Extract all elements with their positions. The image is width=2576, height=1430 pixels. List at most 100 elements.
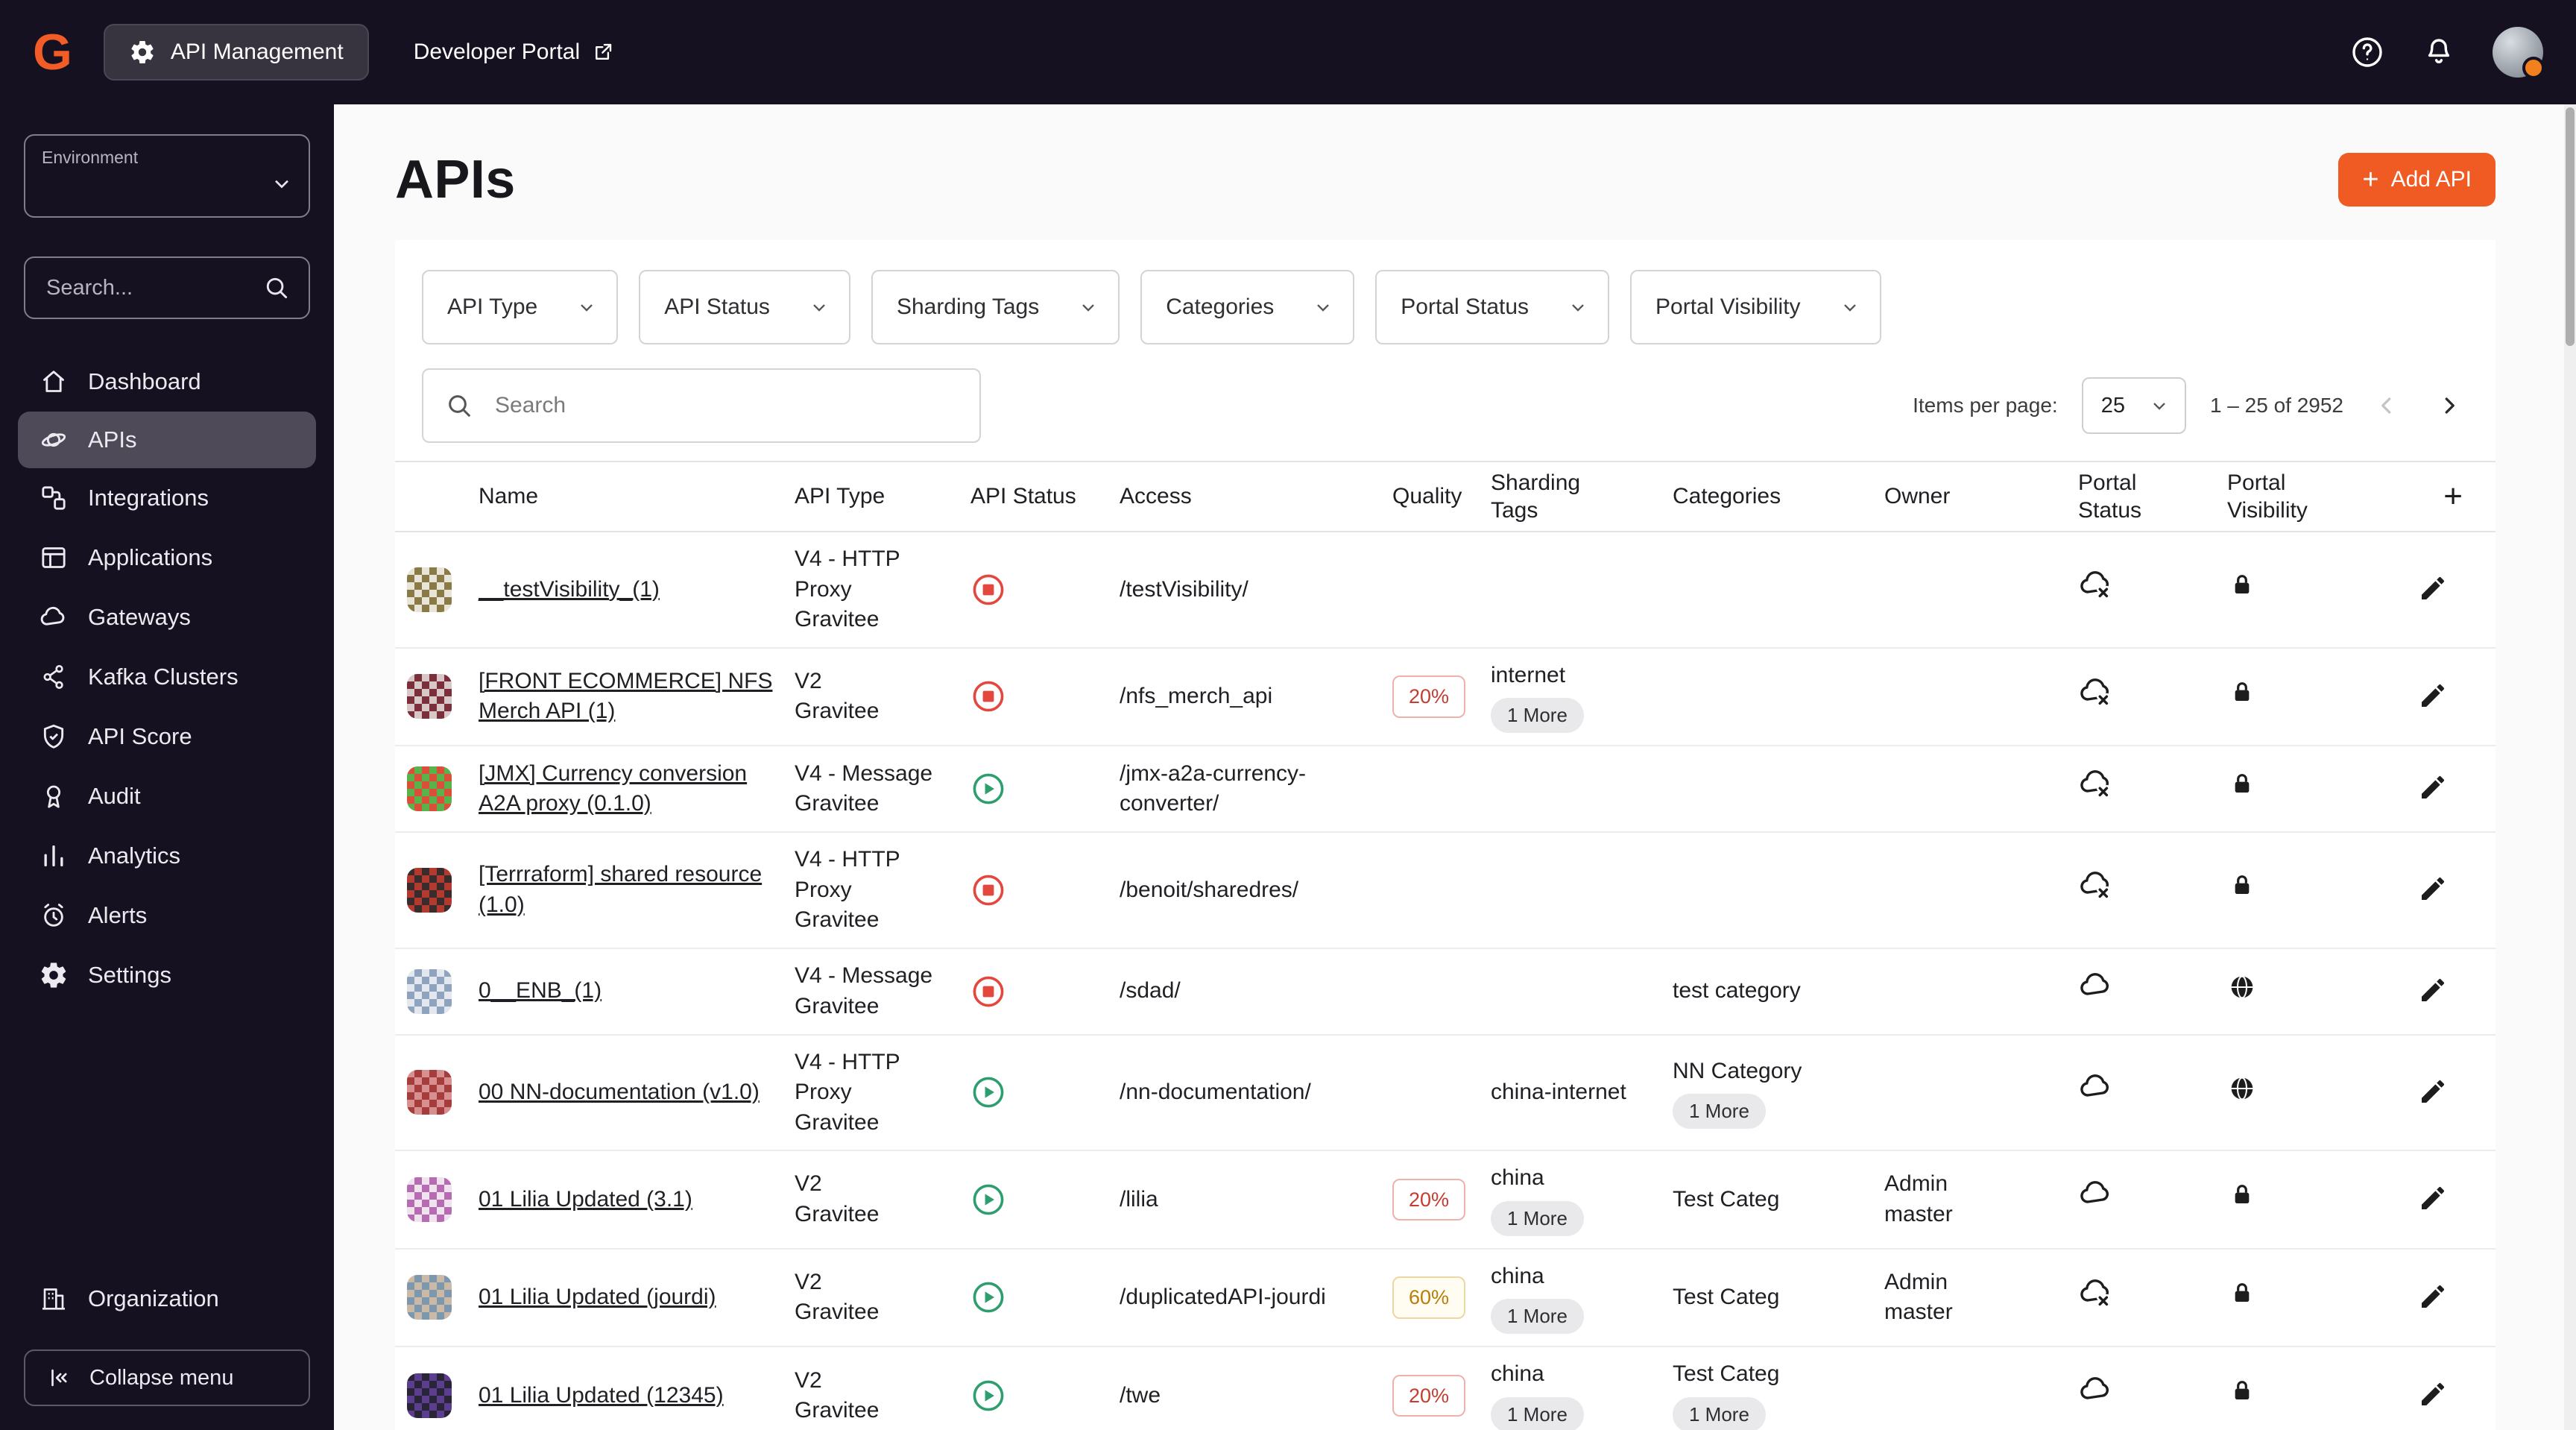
quality-chip: 60% (1392, 1276, 1466, 1319)
api-type-definition: V4 - Message (795, 760, 933, 786)
product-switcher-button[interactable]: API Management (103, 24, 369, 81)
items-per-page-select[interactable]: 25 (2081, 377, 2186, 434)
cloud-published-icon (2078, 1071, 2114, 1106)
cell-actions (2412, 1071, 2469, 1115)
sidebar-bottom: Organization Collapse menu (0, 1269, 334, 1430)
cell-portal-status (2078, 675, 2227, 719)
cell-sharding-tags: china 1 More (1491, 1359, 1673, 1430)
cell-name: [Terrraform] shared resource (1.0) (479, 860, 795, 920)
filter-api-status[interactable]: API Status (639, 270, 850, 344)
access-path: /duplicatedAPI-jourdi (1120, 1285, 1326, 1310)
api-name-link[interactable]: 01 Lilia Updated (jourdi) (479, 1285, 716, 1309)
shield-icon (39, 722, 69, 752)
table-search-input[interactable] (492, 391, 959, 420)
sidebar-item-label: Kafka Clusters (88, 664, 239, 690)
edit-api-button[interactable] (2412, 1071, 2454, 1112)
sidebar-item-applications[interactable]: Applications (0, 528, 334, 588)
scrollbar-thumb[interactable] (2566, 107, 2575, 346)
cell-api-type: V4 - HTTP Proxy Gravitee (795, 1048, 970, 1138)
page-title: APIs (395, 150, 516, 210)
edit-api-button[interactable] (2412, 969, 2454, 1011)
cell-categories: test category (1673, 976, 1884, 1007)
planet-icon (39, 425, 69, 455)
sidebar-item-apis[interactable]: APIs (18, 412, 316, 468)
api-name-link[interactable]: 00 NN-documentation (v1.0) (479, 1080, 760, 1104)
cell-quality: 20% (1392, 1374, 1491, 1417)
collapse-menu-button[interactable]: Collapse menu (24, 1349, 310, 1406)
sidebar-item-alerts[interactable]: Alerts (0, 886, 334, 945)
edit-api-button[interactable] (2412, 766, 2454, 808)
filter-portal-status[interactable]: Portal Status (1375, 270, 1610, 344)
cloud-unpublished-icon (2078, 868, 2114, 904)
chevron-down-icon (809, 297, 830, 318)
access-path: /jmx-a2a-currency-converter/ (1120, 760, 1307, 816)
sidebar-item-integrations[interactable]: Integrations (0, 468, 334, 528)
api-avatar (407, 567, 452, 612)
api-name-link[interactable]: 0__ENB_(1) (479, 978, 602, 1003)
next-page-button[interactable] (2430, 386, 2469, 425)
edit-api-button[interactable] (2412, 868, 2454, 910)
medal-icon (39, 781, 69, 811)
owner-name: Admin master (1884, 1171, 1953, 1226)
filter-portal-visibility[interactable]: Portal Visibility (1630, 270, 1881, 344)
edit-api-button[interactable] (2412, 1276, 2454, 1317)
cell-portal-status (2078, 868, 2227, 913)
api-type-definition: V2 (795, 1171, 822, 1197)
sidebar-item-audit[interactable]: Audit (0, 766, 334, 826)
cell-access: /testVisibility/ (1120, 575, 1392, 605)
api-name-link[interactable]: __testVisibility_(1) (479, 577, 660, 602)
sidebar-item-organization[interactable]: Organization (0, 1269, 334, 1329)
cloud-unpublished-icon (2078, 567, 2114, 603)
environment-selector[interactable]: Environment (24, 134, 310, 218)
filter-label: Portal Visibility (1655, 294, 1801, 319)
integrations-icon (39, 483, 69, 513)
add-column-button[interactable]: + (2437, 480, 2469, 513)
sidebar-item-kafka-clusters[interactable]: Kafka Clusters (0, 647, 334, 707)
notifications-bell-button[interactable] (2421, 34, 2457, 70)
apis-table: Name API Type API Status Access Quality … (395, 461, 2496, 1430)
api-name-link[interactable]: [Terrraform] shared resource (1.0) (479, 862, 762, 917)
help-button[interactable] (2349, 34, 2385, 70)
api-avatar (407, 1373, 452, 1419)
gravitee-logo[interactable]: G (33, 27, 72, 78)
api-name-link[interactable]: [JMX] Currency conversion A2A proxy (0.1… (479, 761, 747, 816)
sidebar-item-api-score[interactable]: API Score (0, 707, 334, 766)
sidebar-item-analytics[interactable]: Analytics (0, 826, 334, 886)
plus-icon: + (2362, 164, 2379, 195)
sharding-tag: china (1491, 1361, 1544, 1387)
stopped-status-icon (970, 872, 1006, 908)
lock-icon (2227, 871, 2257, 901)
filter-categories[interactable]: Categories (1140, 270, 1355, 344)
sidebar-item-dashboard[interactable]: Dashboard (0, 352, 334, 412)
stopped-status-icon (970, 572, 1006, 608)
cell-quality: 60% (1392, 1276, 1491, 1319)
sidebar: Environment Dashboard APIs Integrations (0, 104, 334, 1430)
column-header-owner: Owner (1884, 484, 1951, 509)
api-name-link[interactable]: 01 Lilia Updated (3.1) (479, 1187, 692, 1212)
user-avatar[interactable] (2493, 27, 2545, 79)
sidebar-search-input[interactable] (43, 274, 250, 302)
sharding-tag: internet (1491, 662, 1566, 687)
edit-api-button[interactable] (2412, 1373, 2454, 1415)
add-api-button[interactable]: + Add API (2338, 153, 2496, 207)
filter-api-type[interactable]: API Type (422, 270, 619, 344)
category-more-chip: 1 More (1673, 1094, 1766, 1130)
pencil-icon (2422, 1285, 2445, 1308)
edit-api-button[interactable] (2412, 567, 2454, 609)
api-name-link[interactable]: 01 Lilia Updated (12345) (479, 1383, 724, 1408)
developer-portal-link[interactable]: Developer Portal (414, 40, 614, 65)
api-type-vendor: Gravitee (795, 993, 880, 1018)
started-status-icon (970, 1378, 1006, 1414)
edit-api-button[interactable] (2412, 1177, 2454, 1219)
sidebar-item-gateways[interactable]: Gateways (0, 588, 334, 647)
cell-avatar (407, 1070, 479, 1115)
cell-portal-visibility (2227, 1279, 2406, 1317)
apis-card: API Type API Status Sharding Tags Catego… (395, 240, 2496, 1430)
edit-api-button[interactable] (2412, 675, 2454, 716)
sidebar-item-settings[interactable]: Settings (0, 945, 334, 1005)
api-name-link[interactable]: [FRONT ECOMMERCE] NFS Merch API (1) (479, 669, 772, 724)
filter-sharding-tags[interactable]: Sharding Tags (871, 270, 1120, 344)
quality-chip: 20% (1392, 675, 1466, 718)
filter-label: Portal Status (1401, 294, 1530, 319)
cloud-published-icon (2078, 969, 2114, 1005)
